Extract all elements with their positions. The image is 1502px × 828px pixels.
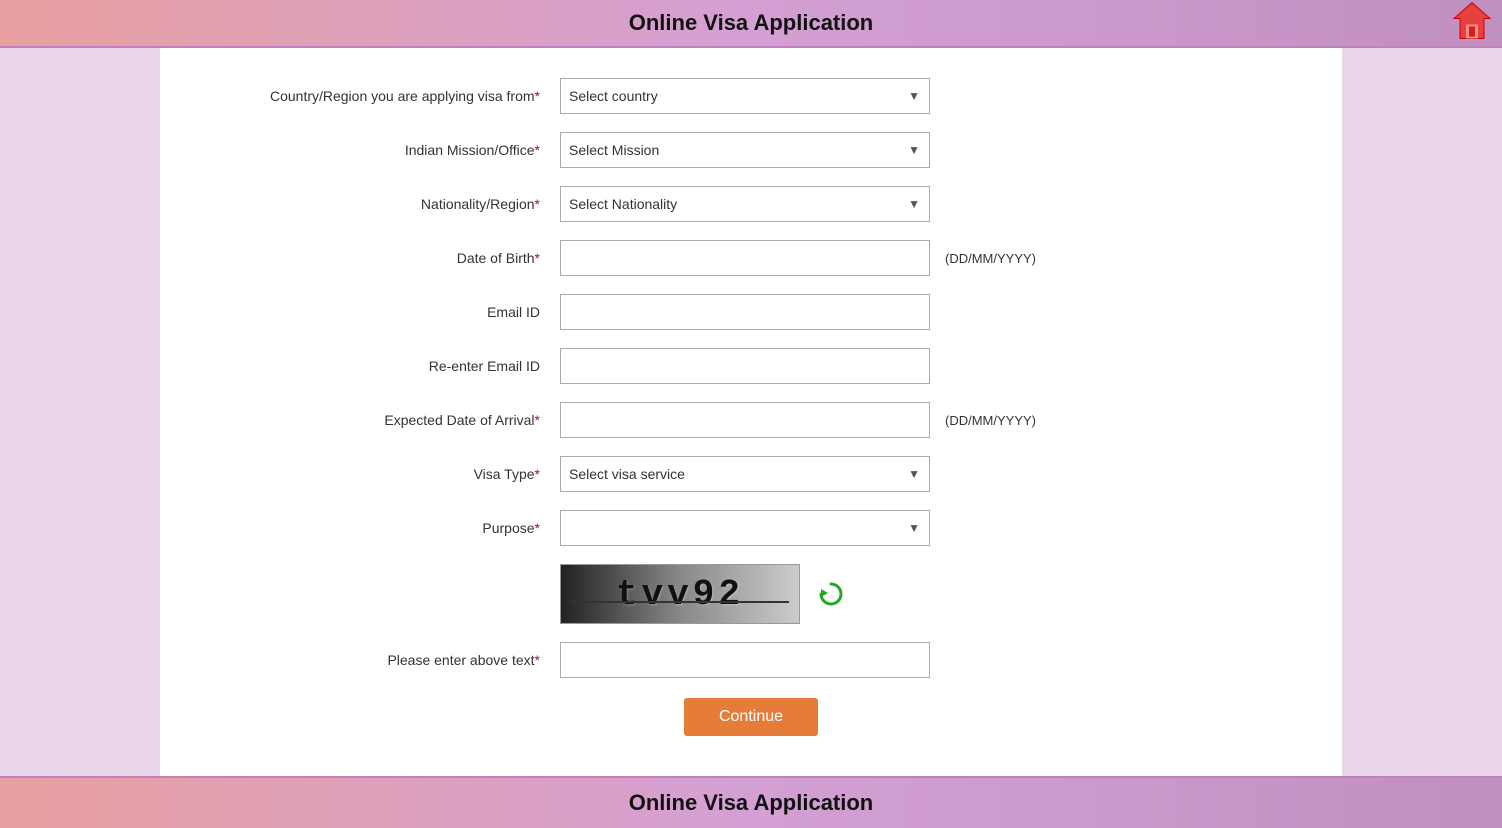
- purpose-row: Purpose*: [200, 510, 1302, 546]
- nationality-select[interactable]: Select Nationality: [560, 186, 930, 222]
- arrival-date-hint: (DD/MM/YYYY): [945, 413, 1036, 428]
- re-email-row: Re-enter Email ID: [200, 348, 1302, 384]
- re-email-label: Re-enter Email ID: [200, 358, 560, 374]
- required-marker: *: [535, 196, 540, 212]
- refresh-icon[interactable]: [815, 578, 847, 610]
- captcha-line: [571, 601, 789, 603]
- email-input[interactable]: [560, 294, 930, 330]
- captcha-input[interactable]: [560, 642, 930, 678]
- required-marker: *: [535, 466, 540, 482]
- header-title: Online Visa Application: [629, 10, 874, 36]
- required-marker: *: [535, 88, 540, 104]
- required-marker: *: [535, 412, 540, 428]
- required-marker: *: [535, 250, 540, 266]
- visa-type-select[interactable]: Select visa service: [560, 456, 930, 492]
- captcha-text: tvv92: [616, 574, 744, 615]
- dob-row: Date of Birth* (DD/MM/YYYY): [200, 240, 1302, 276]
- continue-row: Continue: [200, 698, 1302, 736]
- nationality-label: Nationality/Region*: [200, 196, 560, 212]
- indian-mission-row: Indian Mission/Office* Select Mission: [200, 132, 1302, 168]
- nationality-row: Nationality/Region* Select Nationality: [200, 186, 1302, 222]
- country-region-select-wrapper: Select country: [560, 78, 930, 114]
- captcha-input-label: Please enter above text*: [200, 652, 560, 668]
- purpose-label: Purpose*: [200, 520, 560, 536]
- indian-mission-select-wrapper: Select Mission: [560, 132, 930, 168]
- dob-label: Date of Birth*: [200, 250, 560, 266]
- arrival-date-input[interactable]: [560, 402, 930, 438]
- country-region-select[interactable]: Select country: [560, 78, 930, 114]
- main-content: Country/Region you are applying visa fro…: [160, 48, 1342, 776]
- refresh-icon-container[interactable]: [815, 578, 847, 610]
- home-icon: [1452, 1, 1492, 41]
- footer-title: Online Visa Application: [629, 790, 874, 816]
- re-email-input[interactable]: [560, 348, 930, 384]
- home-icon-container[interactable]: [1452, 1, 1492, 46]
- required-marker: *: [535, 652, 540, 668]
- email-row: Email ID: [200, 294, 1302, 330]
- visa-type-select-wrapper: Select visa service: [560, 456, 930, 492]
- required-marker: *: [535, 142, 540, 158]
- visa-type-row: Visa Type* Select visa service: [200, 456, 1302, 492]
- email-label: Email ID: [200, 304, 560, 320]
- visa-type-label: Visa Type*: [200, 466, 560, 482]
- captcha-row: tvv92: [200, 564, 1302, 624]
- arrival-date-row: Expected Date of Arrival* (DD/MM/YYYY): [200, 402, 1302, 438]
- country-region-label: Country/Region you are applying visa fro…: [200, 88, 560, 104]
- nationality-select-wrapper: Select Nationality: [560, 186, 930, 222]
- footer-bar: Online Visa Application: [0, 776, 1502, 828]
- purpose-select-wrapper: [560, 510, 930, 546]
- continue-button[interactable]: Continue: [684, 698, 818, 736]
- indian-mission-select[interactable]: Select Mission: [560, 132, 930, 168]
- header-bar: Online Visa Application: [0, 0, 1502, 48]
- country-region-row: Country/Region you are applying visa fro…: [200, 78, 1302, 114]
- required-marker: *: [535, 520, 540, 536]
- captcha-input-row: Please enter above text*: [200, 642, 1302, 678]
- purpose-select[interactable]: [560, 510, 930, 546]
- dob-hint: (DD/MM/YYYY): [945, 251, 1036, 266]
- dob-input[interactable]: [560, 240, 930, 276]
- indian-mission-label: Indian Mission/Office*: [200, 142, 560, 158]
- captcha-image: tvv92: [560, 564, 800, 624]
- arrival-date-label: Expected Date of Arrival*: [200, 412, 560, 428]
